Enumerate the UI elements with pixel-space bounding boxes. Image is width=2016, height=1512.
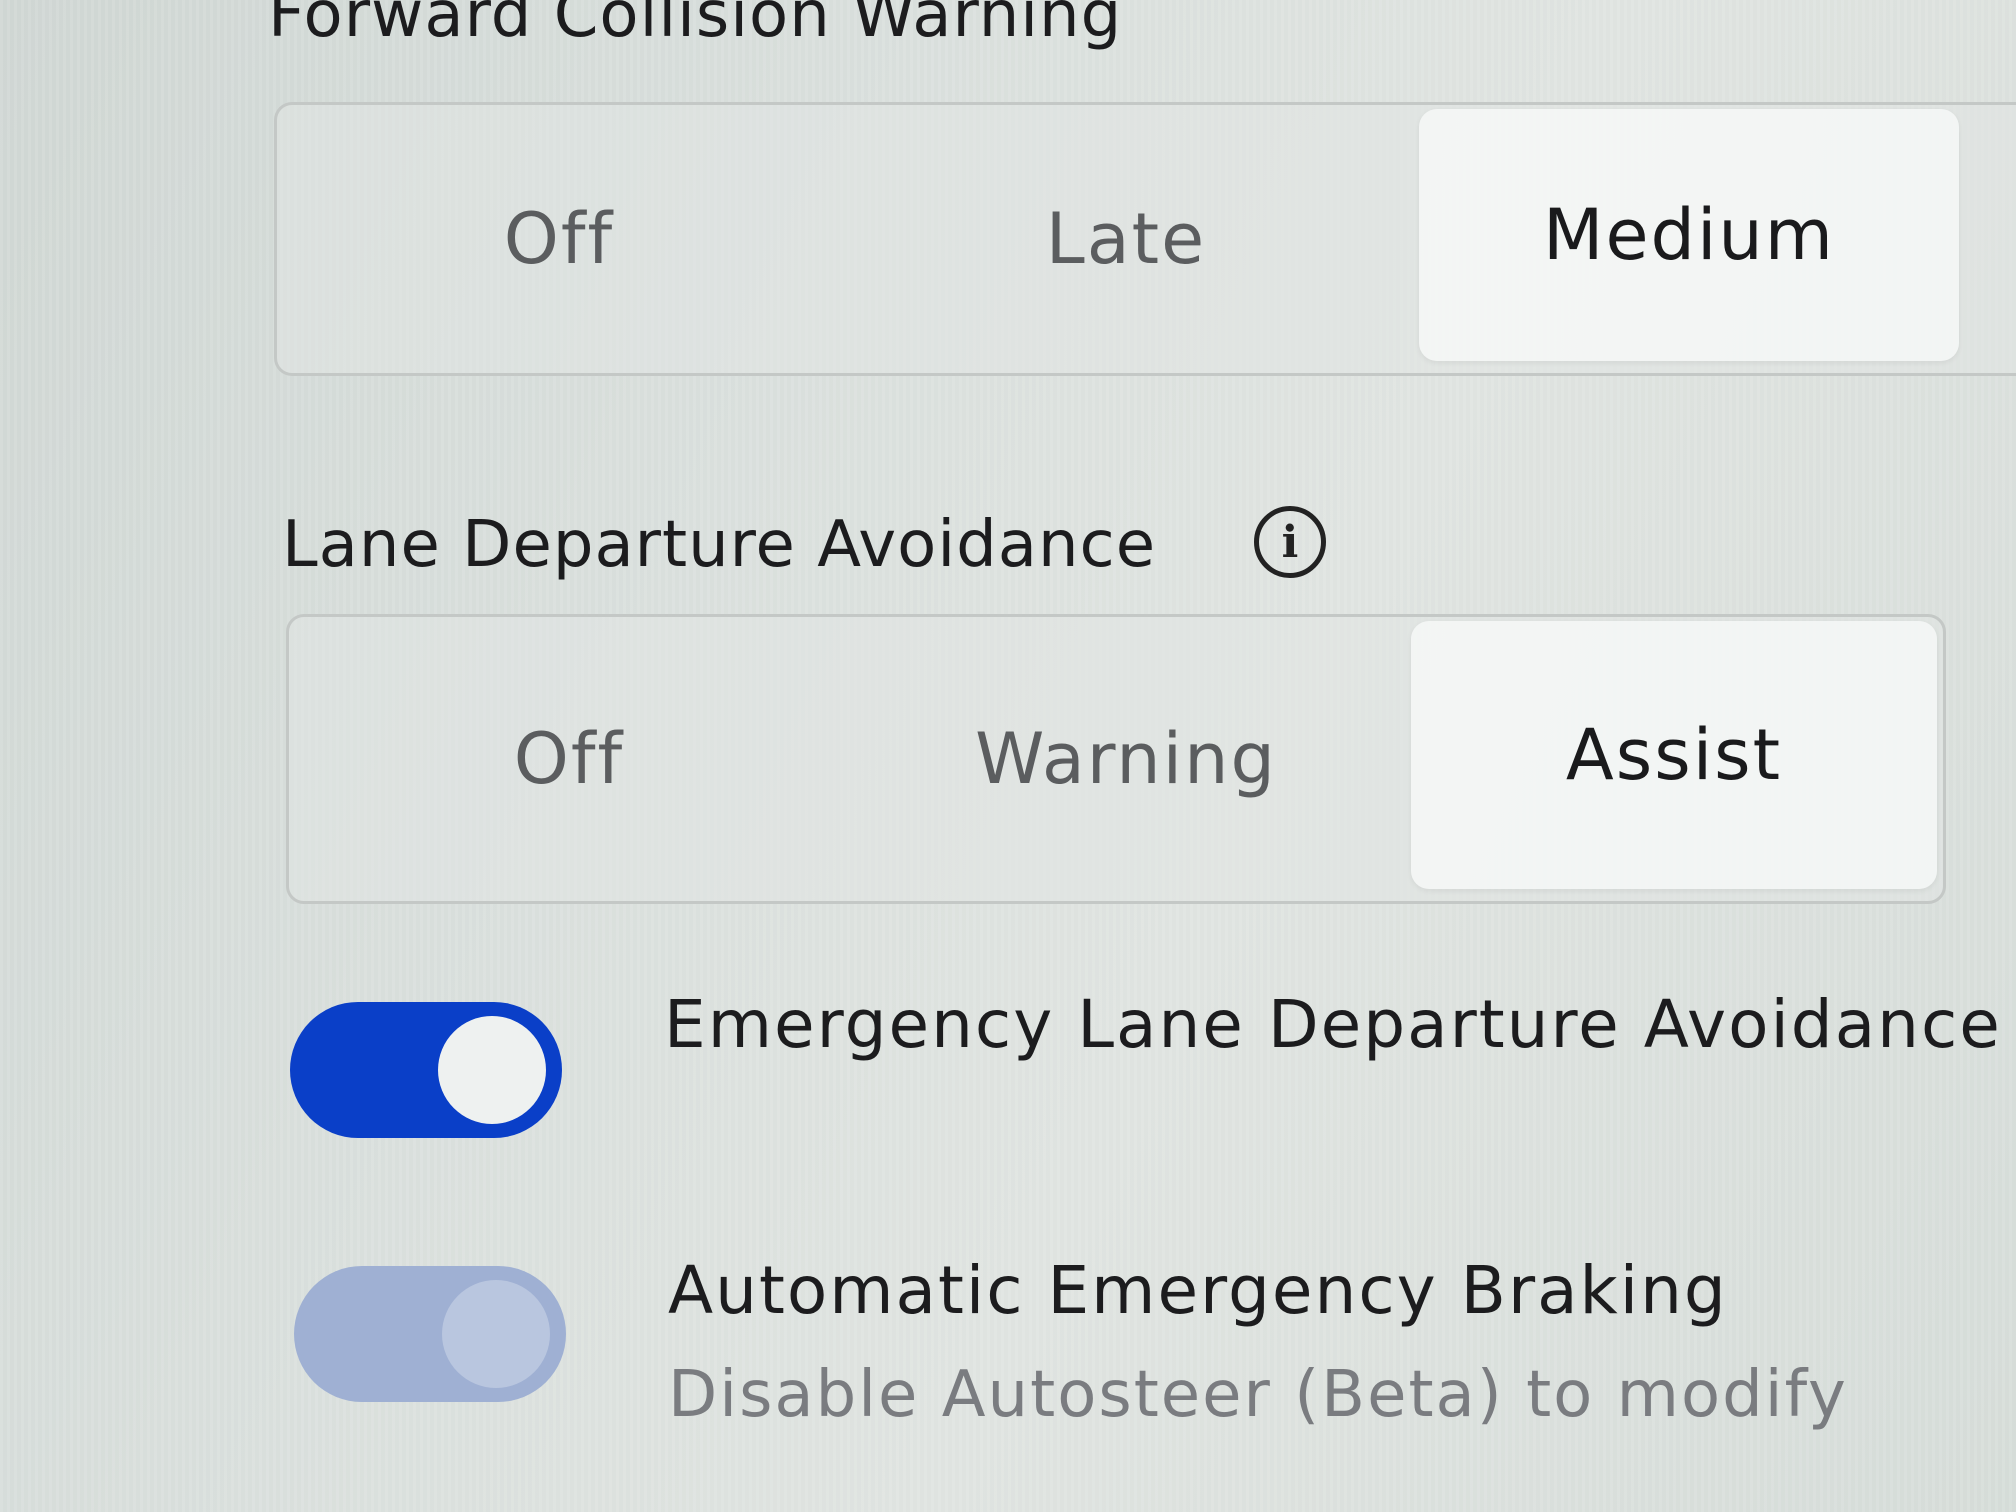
toggle-knob <box>438 1016 546 1124</box>
emergency-lane-departure-avoidance-toggle[interactable] <box>290 1002 562 1138</box>
fcw-option-off[interactable]: Off <box>277 105 841 373</box>
automatic-emergency-braking-sublabel: Disable Autosteer (Beta) to modify <box>668 1358 1848 1432</box>
info-icon[interactable]: i <box>1254 506 1326 578</box>
lda-option-warning[interactable]: Warning <box>849 617 1403 901</box>
lane-departure-avoidance-segmented-control: Off Warning Assist <box>286 614 1946 904</box>
lane-departure-avoidance-title: Lane Departure Avoidance <box>282 508 1157 582</box>
fcw-option-late[interactable]: Late <box>841 105 1411 373</box>
automatic-emergency-braking-toggle <box>294 1266 566 1402</box>
forward-collision-warning-segmented-control: Off Late Medium <box>274 102 2016 376</box>
toggle-knob <box>442 1280 550 1388</box>
automatic-emergency-braking-label: Automatic Emergency Braking <box>668 1252 1728 1329</box>
emergency-lane-departure-avoidance-label: Emergency Lane Departure Avoidance <box>664 986 2002 1063</box>
lda-option-assist[interactable]: Assist <box>1411 621 1937 889</box>
forward-collision-warning-title: Forward Collision Warning <box>268 0 1123 52</box>
lda-option-off[interactable]: Off <box>289 617 849 901</box>
fcw-option-medium[interactable]: Medium <box>1419 109 1959 361</box>
